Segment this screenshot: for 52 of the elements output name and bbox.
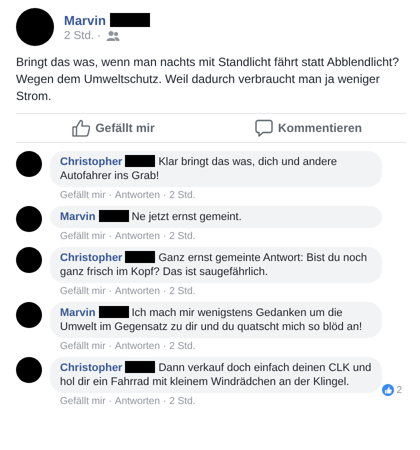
reply-link[interactable]: Antworten (114, 286, 160, 297)
separator-dot: · (162, 396, 166, 407)
comment-text: Christopher Dann verkauf doch einfach deinen CLK und hol dir ein Fahrrad mit kleinem Windrädchen an der Klingel. (60, 361, 372, 389)
avatar (16, 357, 42, 383)
avatar (16, 247, 42, 273)
thumbs-up-icon (72, 119, 90, 137)
reaction-count: 2 (380, 383, 404, 397)
author-link[interactable]: Marvin (60, 211, 96, 223)
thumbs-up-icon (382, 384, 394, 396)
comment-text: Marvin Ne jetzt ernst gemeint. (60, 210, 243, 224)
avatar (16, 302, 42, 328)
like-link[interactable]: Gefällt mir (60, 190, 106, 201)
reply-link[interactable]: Antworten (114, 341, 160, 352)
author-link[interactable]: Marvin (64, 12, 106, 28)
comment-button[interactable]: Kommentieren (211, 114, 406, 142)
avatar (16, 151, 42, 177)
avatar (16, 206, 42, 232)
separator-dot: · (162, 231, 166, 242)
author-link[interactable]: Christopher (60, 362, 122, 374)
like-link[interactable]: Gefällt mir (60, 286, 106, 297)
post-text: Bringt das was, wenn man nachts mit Standlicht fährt statt Abblendlicht? Wegen dem Umweltschutz. Weil dadurch verbraucht man ja weniger Strom. (16, 54, 400, 105)
comment-time: 2 Std. (169, 286, 196, 297)
separator-dot: · (108, 396, 112, 407)
author-link[interactable]: Christopher (60, 252, 122, 264)
separator-dot: · (108, 341, 112, 352)
reply-link[interactable]: Antworten (114, 231, 160, 242)
separator-dot: · (108, 286, 112, 297)
comment-text: Christopher Ganz ernst gemeinte Antwort: Bist du noch ganz frisch im Kopf? Das ist saugefährlich. (60, 251, 368, 279)
separator-dot: · (162, 190, 166, 201)
comment-text: Marvin Ich mach mir wenigstens Gedanken um die Umwelt im Gegensatz zu dir und du quatscht mich so blöd an! (60, 306, 364, 334)
speech-bubble-icon (254, 119, 273, 137)
reply-link[interactable]: Antworten (114, 190, 160, 201)
separator-dot: · (108, 190, 112, 201)
comment-time: 2 Std. (169, 341, 196, 352)
like-link[interactable]: Gefällt mir (60, 231, 106, 242)
comment-time: 2 Std. (169, 190, 196, 201)
separator-dot: · (97, 30, 101, 42)
avatar (16, 8, 54, 46)
author-link[interactable]: Christopher (60, 156, 122, 168)
like-link[interactable]: Gefällt mir (60, 396, 106, 407)
separator-dot: · (162, 341, 166, 352)
comment-time: 2 Std. (169, 231, 196, 242)
post-time[interactable]: 2 Std. (64, 30, 94, 42)
like-button[interactable]: Gefällt mir (16, 114, 211, 142)
comment-text: Christopher Klar bringt das was, dich und andere Autofahrer ins Grab! (60, 155, 338, 183)
reply-link[interactable]: Antworten (114, 396, 160, 407)
separator-dot: · (108, 231, 112, 242)
like-link[interactable]: Gefällt mir (60, 341, 106, 352)
author-link[interactable]: Marvin (60, 307, 96, 319)
comment-time: 2 Std. (169, 396, 196, 407)
separator-dot: · (162, 286, 166, 297)
friends-icon (106, 30, 120, 41)
